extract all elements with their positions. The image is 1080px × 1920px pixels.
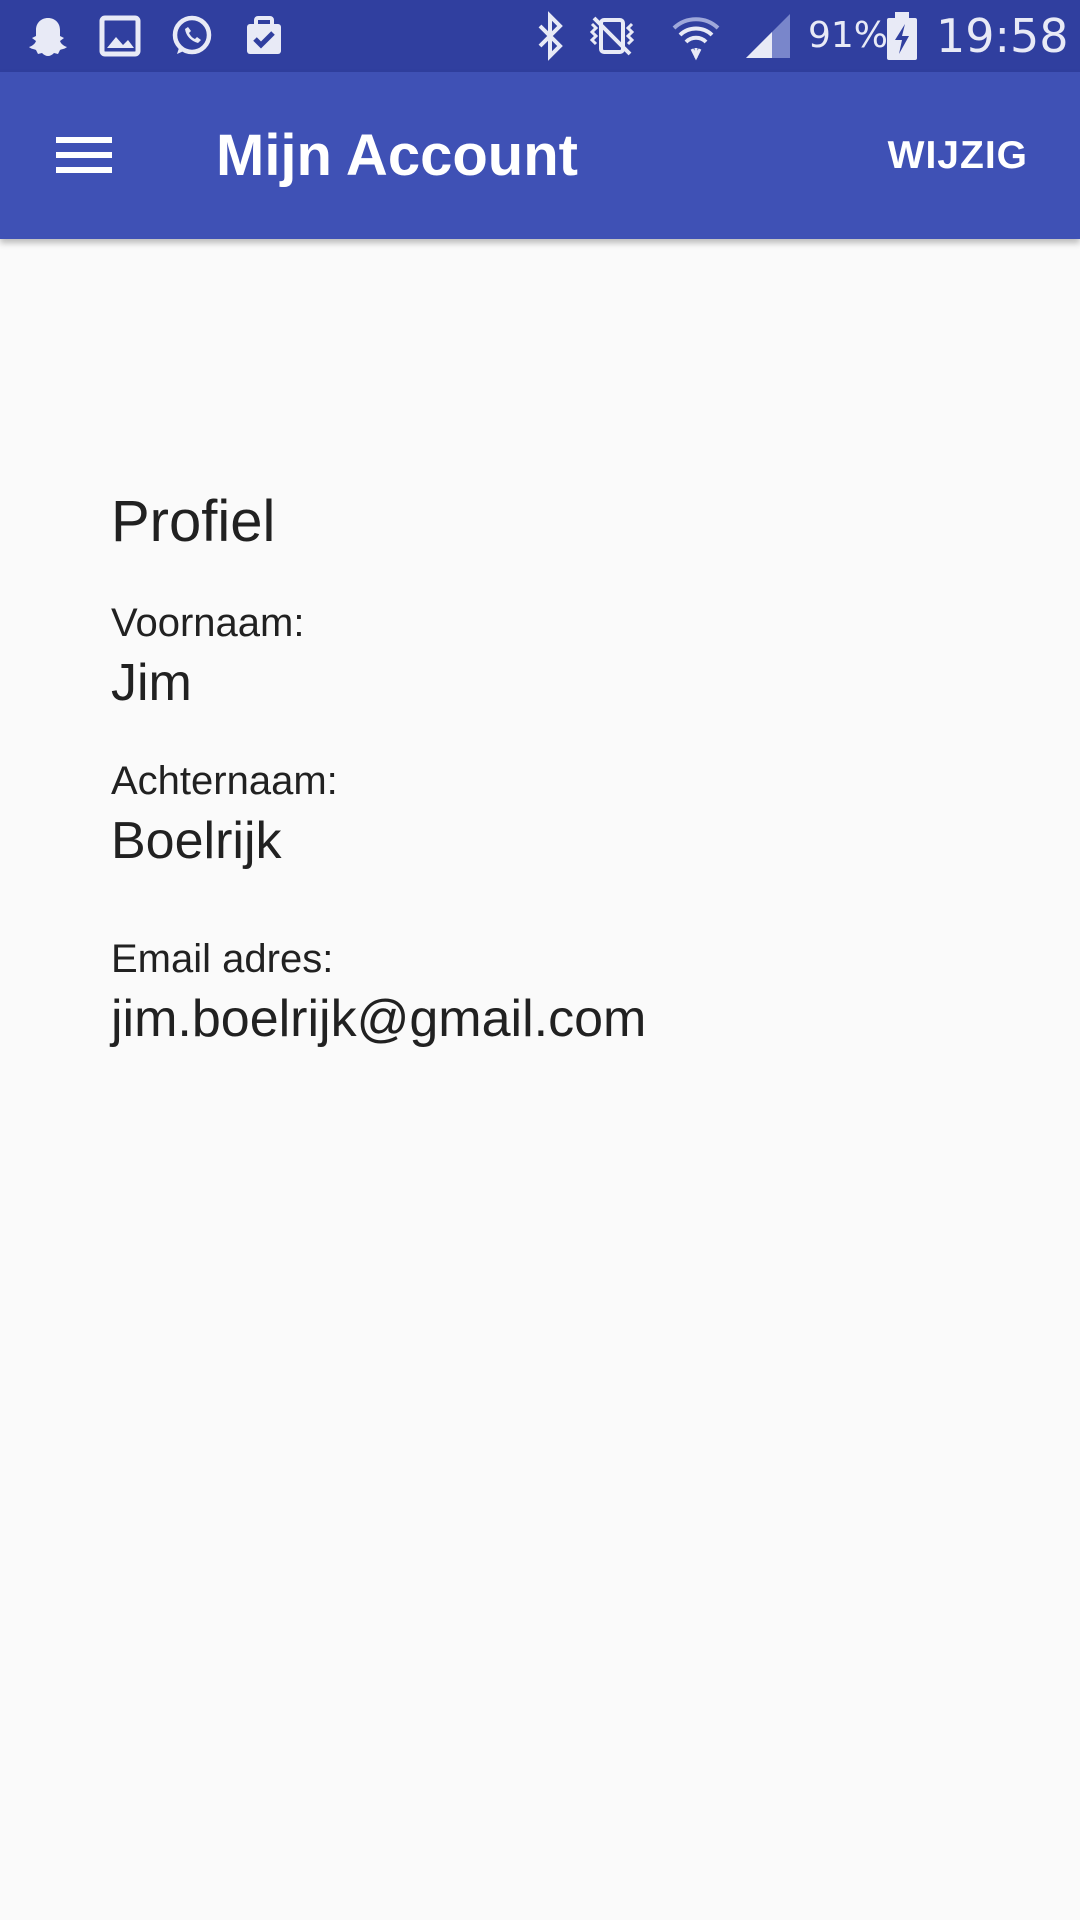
snapchat-ghost-icon (29, 18, 67, 56)
image-icon (99, 15, 141, 57)
edit-button[interactable]: WIJZIG (876, 112, 1040, 199)
bluetooth-icon (538, 11, 563, 61)
section-title: Profiel (111, 489, 276, 554)
battery-charging-icon (887, 12, 917, 60)
page-title: Mijn Account (216, 123, 578, 188)
email-label: Email adres: (111, 937, 334, 981)
first-name-field: Voornaam: Jim (111, 598, 1011, 718)
wifi-icon (672, 17, 720, 61)
app-bar: Mijn Account WIJZIG (0, 72, 1080, 239)
vibrate-off-icon (589, 16, 635, 56)
cell-signal-icon (746, 14, 790, 58)
whatsapp-icon (172, 15, 212, 55)
menu-button[interactable] (36, 110, 132, 200)
profile-section: Profiel Voornaam: Jim Achternaam: Boelri… (111, 480, 1011, 1092)
last-name-field: Achternaam: Boelrijk (111, 756, 1011, 876)
last-name-value: Boelrijk (111, 812, 282, 870)
battery-percentage: 91% (808, 15, 889, 56)
status-bar: 91% 19:58 (0, 0, 1080, 72)
first-name-value: Jim (111, 654, 192, 712)
last-name-label: Achternaam: (111, 759, 338, 803)
clock: 19:58 (936, 9, 1069, 63)
first-name-label: Voornaam: (111, 601, 305, 645)
email-value: jim.boelrijk@gmail.com (111, 990, 647, 1048)
clipboard-check-icon (247, 16, 281, 54)
email-field: Email adres: jim.boelrijk@gmail.com (111, 934, 1011, 1054)
hamburger-menu-icon (56, 128, 112, 182)
